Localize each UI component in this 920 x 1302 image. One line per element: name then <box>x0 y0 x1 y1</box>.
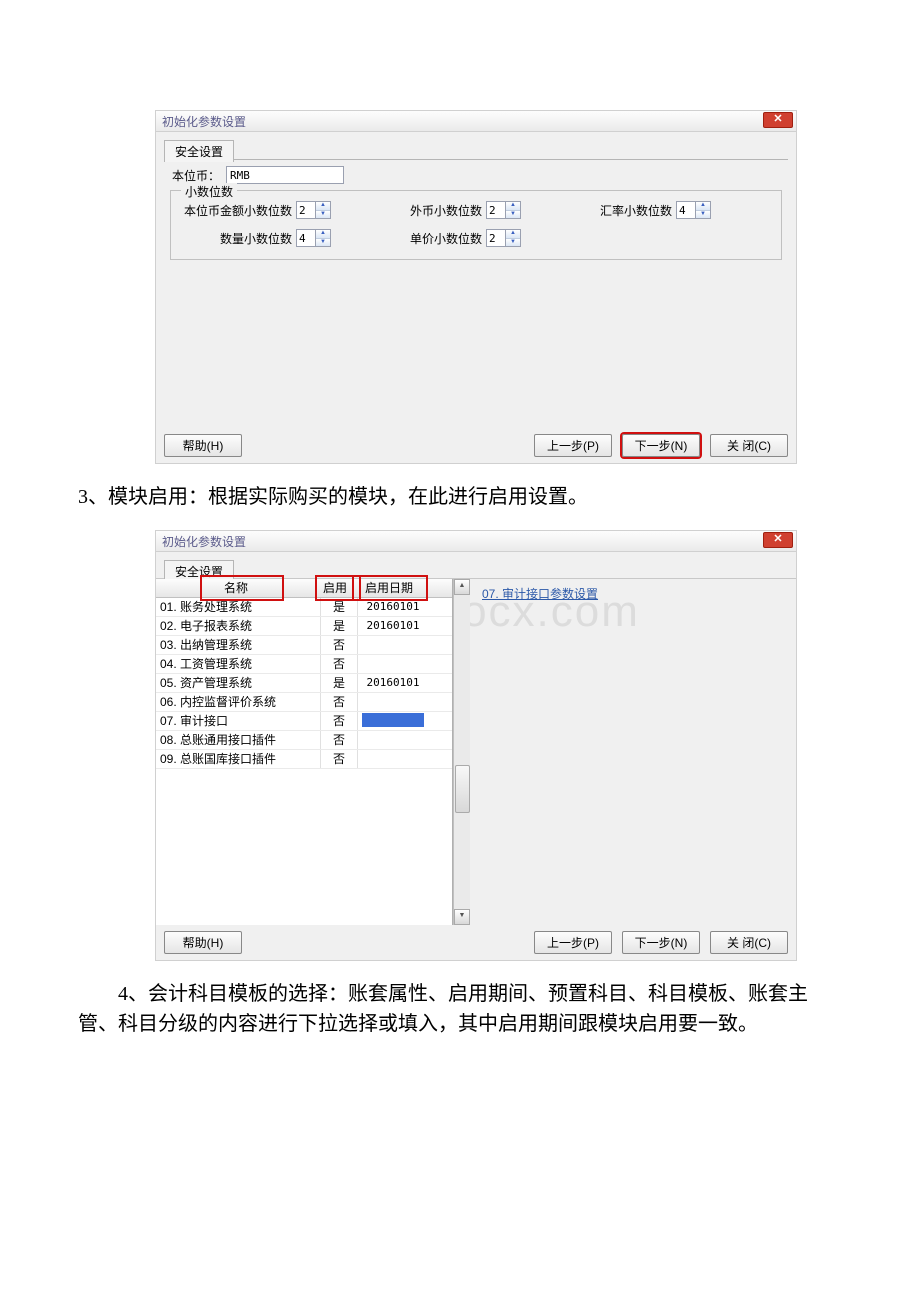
scroll-down-icon[interactable]: ▼ <box>454 909 470 925</box>
cell-enable: 否 <box>321 636 358 654</box>
cell-name: 07. 审计接口 <box>156 712 321 730</box>
cell-name: 09. 总账国库接口插件 <box>156 750 321 768</box>
audit-params-link[interactable]: 07. 审计接口参数设置 <box>482 587 598 601</box>
cell-enable: 否 <box>321 731 358 749</box>
next-button[interactable]: 下一步(N) <box>622 931 700 954</box>
label-price: 单价小数位数 <box>410 230 482 247</box>
cell-enable: 否 <box>321 712 358 730</box>
label-qty: 数量小数位数 <box>220 230 292 247</box>
table-row[interactable]: 07. 审计接口否 <box>156 712 452 731</box>
dialog-initial-params-2: www.bdocx.com 初始化参数设置 ✕ 安全设置 名称 启用 启用日期 … <box>155 530 797 961</box>
spin-up-icon[interactable]: ▲ <box>696 202 710 211</box>
table-row[interactable]: 06. 内控监督评价系统否 <box>156 693 452 712</box>
decimal-group: 小数位数 本位币金额小数位数 2 ▲▼ 外币小数位数 2 ▲▼ <box>170 190 782 260</box>
scroll-up-icon[interactable]: ▲ <box>454 579 470 595</box>
cell-name: 04. 工资管理系统 <box>156 655 321 673</box>
spin-qty[interactable]: 4 ▲▼ <box>296 229 331 247</box>
para-module-enable: 3、模块启用：根据实际购买的模块，在此进行启用设置。 <box>78 482 842 512</box>
cell-date <box>358 655 428 673</box>
titlebar: 初始化参数设置 ✕ <box>156 531 796 552</box>
table-row[interactable]: 08. 总账通用接口插件否 <box>156 731 452 750</box>
cell-date: 20160101 <box>358 617 428 635</box>
para-account-template: 4、会计科目模板的选择：账套属性、启用期间、预置科目、科目模板、账套主管、科目分… <box>78 979 842 1039</box>
spin-down-icon[interactable]: ▼ <box>316 239 330 247</box>
cell-name: 03. 出纳管理系统 <box>156 636 321 654</box>
help-button[interactable]: 帮助(H) <box>164 434 242 457</box>
cell-name: 05. 资产管理系统 <box>156 674 321 692</box>
scroll-thumb[interactable] <box>455 765 470 813</box>
cell-name: 08. 总账通用接口插件 <box>156 731 321 749</box>
close-icon[interactable]: ✕ <box>763 112 793 128</box>
cell-date <box>358 750 428 768</box>
table-row[interactable]: 09. 总账国库接口插件否 <box>156 750 452 769</box>
scrollbar[interactable]: ▲ ▼ <box>453 579 470 925</box>
dialog-title: 初始化参数设置 <box>162 533 246 550</box>
next-button[interactable]: 下一步(N) <box>622 434 700 457</box>
spin-up-icon[interactable]: ▲ <box>506 202 520 211</box>
tab-security[interactable]: 安全设置 <box>164 140 234 162</box>
titlebar: 初始化参数设置 ✕ <box>156 111 796 132</box>
spin-rate[interactable]: 4 ▲▼ <box>676 201 711 219</box>
cell-date <box>358 731 428 749</box>
cell-enable: 否 <box>321 693 358 711</box>
dialog-initial-params-1: 初始化参数设置 ✕ 安全设置 本位币： RMB 小数位数 本位币金额小数位数 2 <box>155 110 797 464</box>
help-button[interactable]: 帮助(H) <box>164 931 242 954</box>
spin-up-icon[interactable]: ▲ <box>506 230 520 239</box>
cell-name: 02. 电子报表系统 <box>156 617 321 635</box>
dialog-title: 初始化参数设置 <box>162 113 246 130</box>
label-foreign: 外币小数位数 <box>410 202 482 219</box>
cell-enable: 是 <box>321 617 358 635</box>
spin-up-icon[interactable]: ▲ <box>316 230 330 239</box>
spin-foreign[interactable]: 2 ▲▼ <box>486 201 521 219</box>
prev-button[interactable]: 上一步(P) <box>534 931 612 954</box>
spin-down-icon[interactable]: ▼ <box>506 239 520 247</box>
cell-date: 20160101 <box>358 674 428 692</box>
cell-name: 06. 内控监督评价系统 <box>156 693 321 711</box>
cell-enable: 是 <box>321 674 358 692</box>
spin-down-icon[interactable]: ▼ <box>316 211 330 219</box>
decimal-legend: 小数位数 <box>181 183 237 200</box>
spin-up-icon[interactable]: ▲ <box>316 202 330 211</box>
close-button[interactable]: 关 闭(C) <box>710 434 788 457</box>
cell-date <box>358 693 428 711</box>
close-icon[interactable]: ✕ <box>763 532 793 548</box>
selected-cell[interactable] <box>362 713 424 727</box>
table-row[interactable]: 03. 出纳管理系统否 <box>156 636 452 655</box>
base-currency-field[interactable]: RMB <box>226 166 344 184</box>
cell-enable: 否 <box>321 655 358 673</box>
base-currency-label: 本位币： <box>172 167 220 184</box>
label-base-amount: 本位币金额小数位数 <box>184 202 292 219</box>
spin-base-amount[interactable]: 2 ▲▼ <box>296 201 331 219</box>
label-rate: 汇率小数位数 <box>600 202 672 219</box>
spin-price[interactable]: 2 ▲▼ <box>486 229 521 247</box>
table-row[interactable]: 04. 工资管理系统否 <box>156 655 452 674</box>
prev-button[interactable]: 上一步(P) <box>534 434 612 457</box>
module-grid: 名称 启用 启用日期 01. 账务处理系统是2016010102. 电子报表系统… <box>156 579 453 925</box>
close-button[interactable]: 关 闭(C) <box>710 931 788 954</box>
spin-down-icon[interactable]: ▼ <box>506 211 520 219</box>
cell-enable: 否 <box>321 750 358 768</box>
cell-date <box>358 712 428 730</box>
spin-down-icon[interactable]: ▼ <box>696 211 710 219</box>
cell-date <box>358 636 428 654</box>
table-row[interactable]: 05. 资产管理系统是20160101 <box>156 674 452 693</box>
table-row[interactable]: 02. 电子报表系统是20160101 <box>156 617 452 636</box>
